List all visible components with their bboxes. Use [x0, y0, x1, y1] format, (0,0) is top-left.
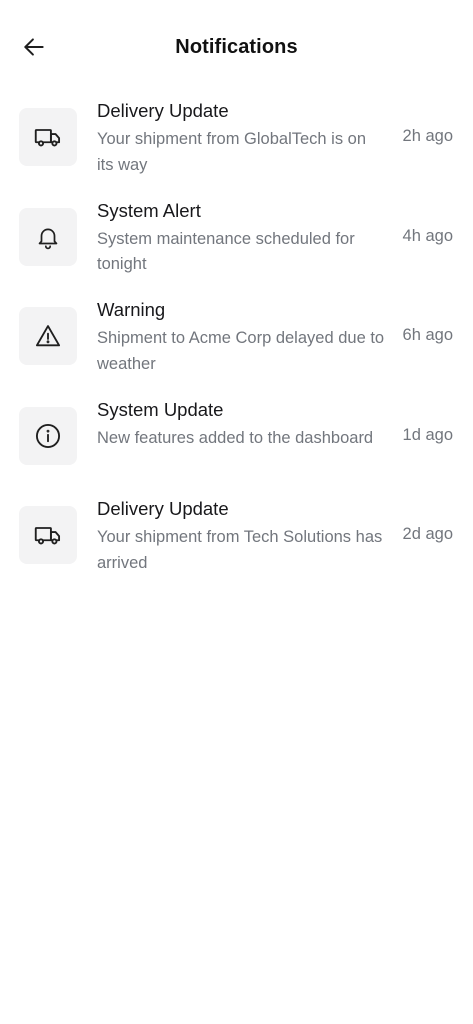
truck-icon: [34, 123, 62, 151]
notification-time: 4h ago: [402, 226, 453, 245]
notification-message: Your shipment from GlobalTech is on its …: [97, 130, 367, 174]
notification-title: Delivery Update: [97, 100, 229, 121]
notification-message: Shipment to Acme Corp delayed due to wea…: [97, 329, 385, 373]
notification-icon-tile: [19, 207, 77, 266]
notification-item[interactable]: System Alert System maintenance schedule…: [0, 198, 473, 298]
page-title: Notifications: [175, 36, 298, 58]
bell-icon: [35, 224, 61, 250]
notification-item[interactable]: Delivery Update Your shipment from Globa…: [0, 98, 473, 198]
notification-time: 2h ago: [402, 127, 453, 145]
notification-title: System Update: [97, 398, 224, 420]
notification-title: Warning: [97, 299, 166, 320]
notification-icon-tile: [19, 506, 77, 564]
notification-time: 1d ago: [402, 425, 453, 444]
warning-triangle-icon: [34, 322, 62, 350]
notification-title: Delivery Update: [97, 498, 229, 519]
notification-title: System Alert: [97, 199, 201, 221]
notification-item[interactable]: System Update New features added to the …: [0, 397, 473, 497]
notification-item[interactable]: Warning Shipment to Acme Corp delayed du…: [0, 297, 473, 397]
truck-icon: [34, 521, 62, 549]
notification-message: New features added to the dashboard: [97, 428, 374, 447]
info-circle-icon: [34, 422, 62, 450]
notifications-screen: Notifications Delivery Update Your shipm…: [0, 0, 473, 1024]
notification-icon-tile: [19, 307, 77, 365]
notification-list: Delivery Update Your shipment from Globa…: [0, 98, 473, 596]
notification-time: 2d ago: [402, 525, 453, 543]
notification-icon-tile: [19, 406, 77, 465]
notification-message: System maintenance scheduled for tonight: [97, 229, 355, 274]
notification-message: Your shipment from Tech Solutions has ar…: [97, 528, 383, 572]
notification-time: 6h ago: [402, 326, 453, 344]
notification-icon-tile: [19, 108, 77, 166]
header: Notifications: [0, 0, 473, 98]
notification-item[interactable]: Delivery Update Your shipment from Tech …: [0, 496, 473, 596]
